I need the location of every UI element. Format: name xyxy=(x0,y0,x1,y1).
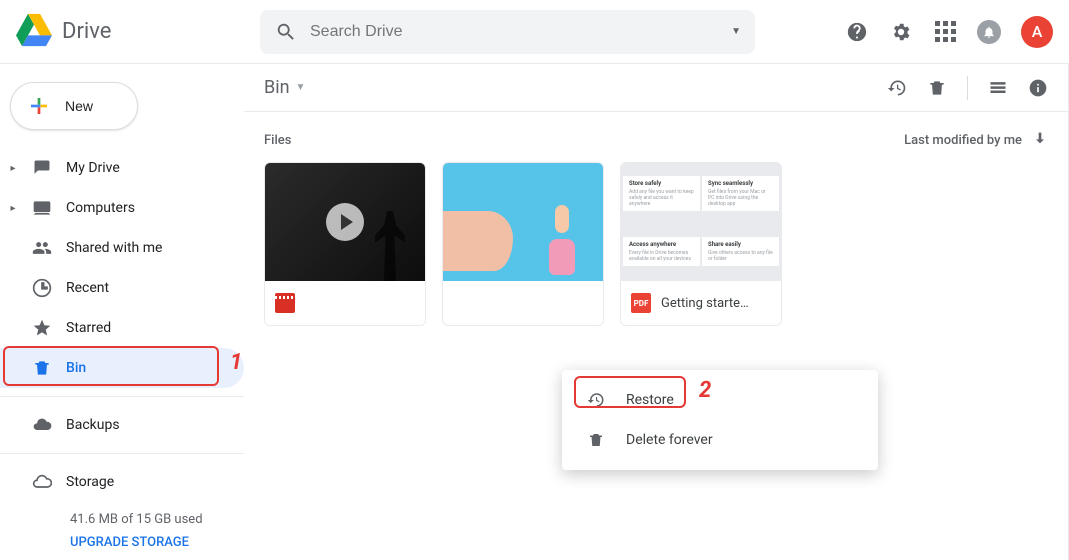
sidebar-item-my-drive[interactable]: ▸ My Drive xyxy=(0,148,244,188)
sort-label: Last modified by me xyxy=(904,133,1022,148)
delete-icon[interactable] xyxy=(927,78,947,98)
sidebar-item-label: Starred xyxy=(66,320,111,336)
sidebar-item-bin[interactable]: Bin 1 xyxy=(0,348,244,388)
search-input[interactable] xyxy=(310,23,719,41)
product-name: Drive xyxy=(62,19,111,44)
new-button[interactable]: New xyxy=(10,82,138,130)
list-view-icon[interactable] xyxy=(988,78,1008,98)
recent-icon xyxy=(30,276,54,300)
file-name: Getting starte… xyxy=(661,296,749,311)
backups-icon xyxy=(30,413,54,437)
context-menu-label: Restore xyxy=(626,392,674,408)
info-icon[interactable] xyxy=(1028,78,1048,98)
sidebar-item-label: Bin xyxy=(66,360,86,376)
notifications-icon[interactable] xyxy=(977,20,1001,44)
computers-icon xyxy=(30,196,54,220)
sidebar-item-label: Shared with me xyxy=(66,240,162,256)
restore-icon[interactable] xyxy=(887,78,907,98)
sidebar-item-label: Computers xyxy=(66,200,135,216)
sidebar-item-label: My Drive xyxy=(66,160,120,176)
breadcrumb-label: Bin xyxy=(264,77,290,98)
context-menu-restore[interactable]: Restore xyxy=(562,380,878,420)
file-card[interactable]: Store safelyAdd any file you want to kee… xyxy=(620,162,782,326)
sidebar-item-recent[interactable]: Recent xyxy=(0,268,244,308)
arrow-down-icon xyxy=(1032,130,1048,150)
file-thumbnail xyxy=(443,163,603,281)
storage-text: 41.6 MB of 15 GB used xyxy=(70,508,244,531)
sort-control[interactable]: Last modified by me xyxy=(904,130,1048,150)
upgrade-storage-link[interactable]: UPGRADE STORAGE xyxy=(70,531,244,554)
breadcrumb[interactable]: Bin ▼ xyxy=(264,77,305,98)
drive-logo-icon xyxy=(16,12,52,52)
avatar[interactable]: A xyxy=(1021,16,1053,48)
chevron-down-icon: ▼ xyxy=(296,82,306,93)
section-heading: Files xyxy=(264,133,291,148)
star-icon xyxy=(30,316,54,340)
sidebar-item-storage[interactable]: Storage xyxy=(0,462,244,502)
file-thumbnail: Store safelyAdd any file you want to kee… xyxy=(621,163,781,281)
gear-icon[interactable] xyxy=(889,20,913,44)
restore-icon xyxy=(586,390,606,410)
sidebar-item-label: Backups xyxy=(66,417,120,433)
file-card[interactable] xyxy=(442,162,604,326)
context-menu: Restore Delete forever xyxy=(562,370,878,470)
plus-icon xyxy=(27,94,51,118)
annotation-number-1: 1 xyxy=(230,350,242,375)
search-icon xyxy=(274,20,298,44)
logo-area[interactable]: Drive xyxy=(16,12,260,52)
video-file-icon xyxy=(275,293,295,313)
file-thumbnail xyxy=(265,163,425,281)
annotation-number-2: 2 xyxy=(699,378,711,403)
help-icon[interactable] xyxy=(845,20,869,44)
play-icon xyxy=(326,203,364,241)
file-card[interactable] xyxy=(264,162,426,326)
context-menu-label: Delete forever xyxy=(626,432,713,448)
sidebar-item-backups[interactable]: Backups xyxy=(0,405,244,445)
expand-icon[interactable]: ▸ xyxy=(8,163,18,174)
sidebar-item-starred[interactable]: Starred xyxy=(0,308,244,348)
pdf-file-icon: PDF xyxy=(631,293,651,313)
context-menu-delete-forever[interactable]: Delete forever xyxy=(562,420,878,460)
bin-icon xyxy=(30,356,54,380)
search-bar[interactable]: ▼ xyxy=(260,10,755,54)
my-drive-icon xyxy=(30,156,54,180)
apps-icon[interactable] xyxy=(933,20,957,44)
storage-icon xyxy=(30,470,54,494)
search-dropdown-icon[interactable]: ▼ xyxy=(731,26,741,37)
sidebar-item-shared[interactable]: Shared with me xyxy=(0,228,244,268)
new-button-label: New xyxy=(65,98,93,114)
sidebar-item-computers[interactable]: ▸ Computers xyxy=(0,188,244,228)
sidebar-item-label: Recent xyxy=(66,280,109,296)
sidebar-item-label: Storage xyxy=(66,474,114,490)
expand-icon[interactable]: ▸ xyxy=(8,203,18,214)
shared-icon xyxy=(30,236,54,260)
trash-icon xyxy=(586,430,606,450)
